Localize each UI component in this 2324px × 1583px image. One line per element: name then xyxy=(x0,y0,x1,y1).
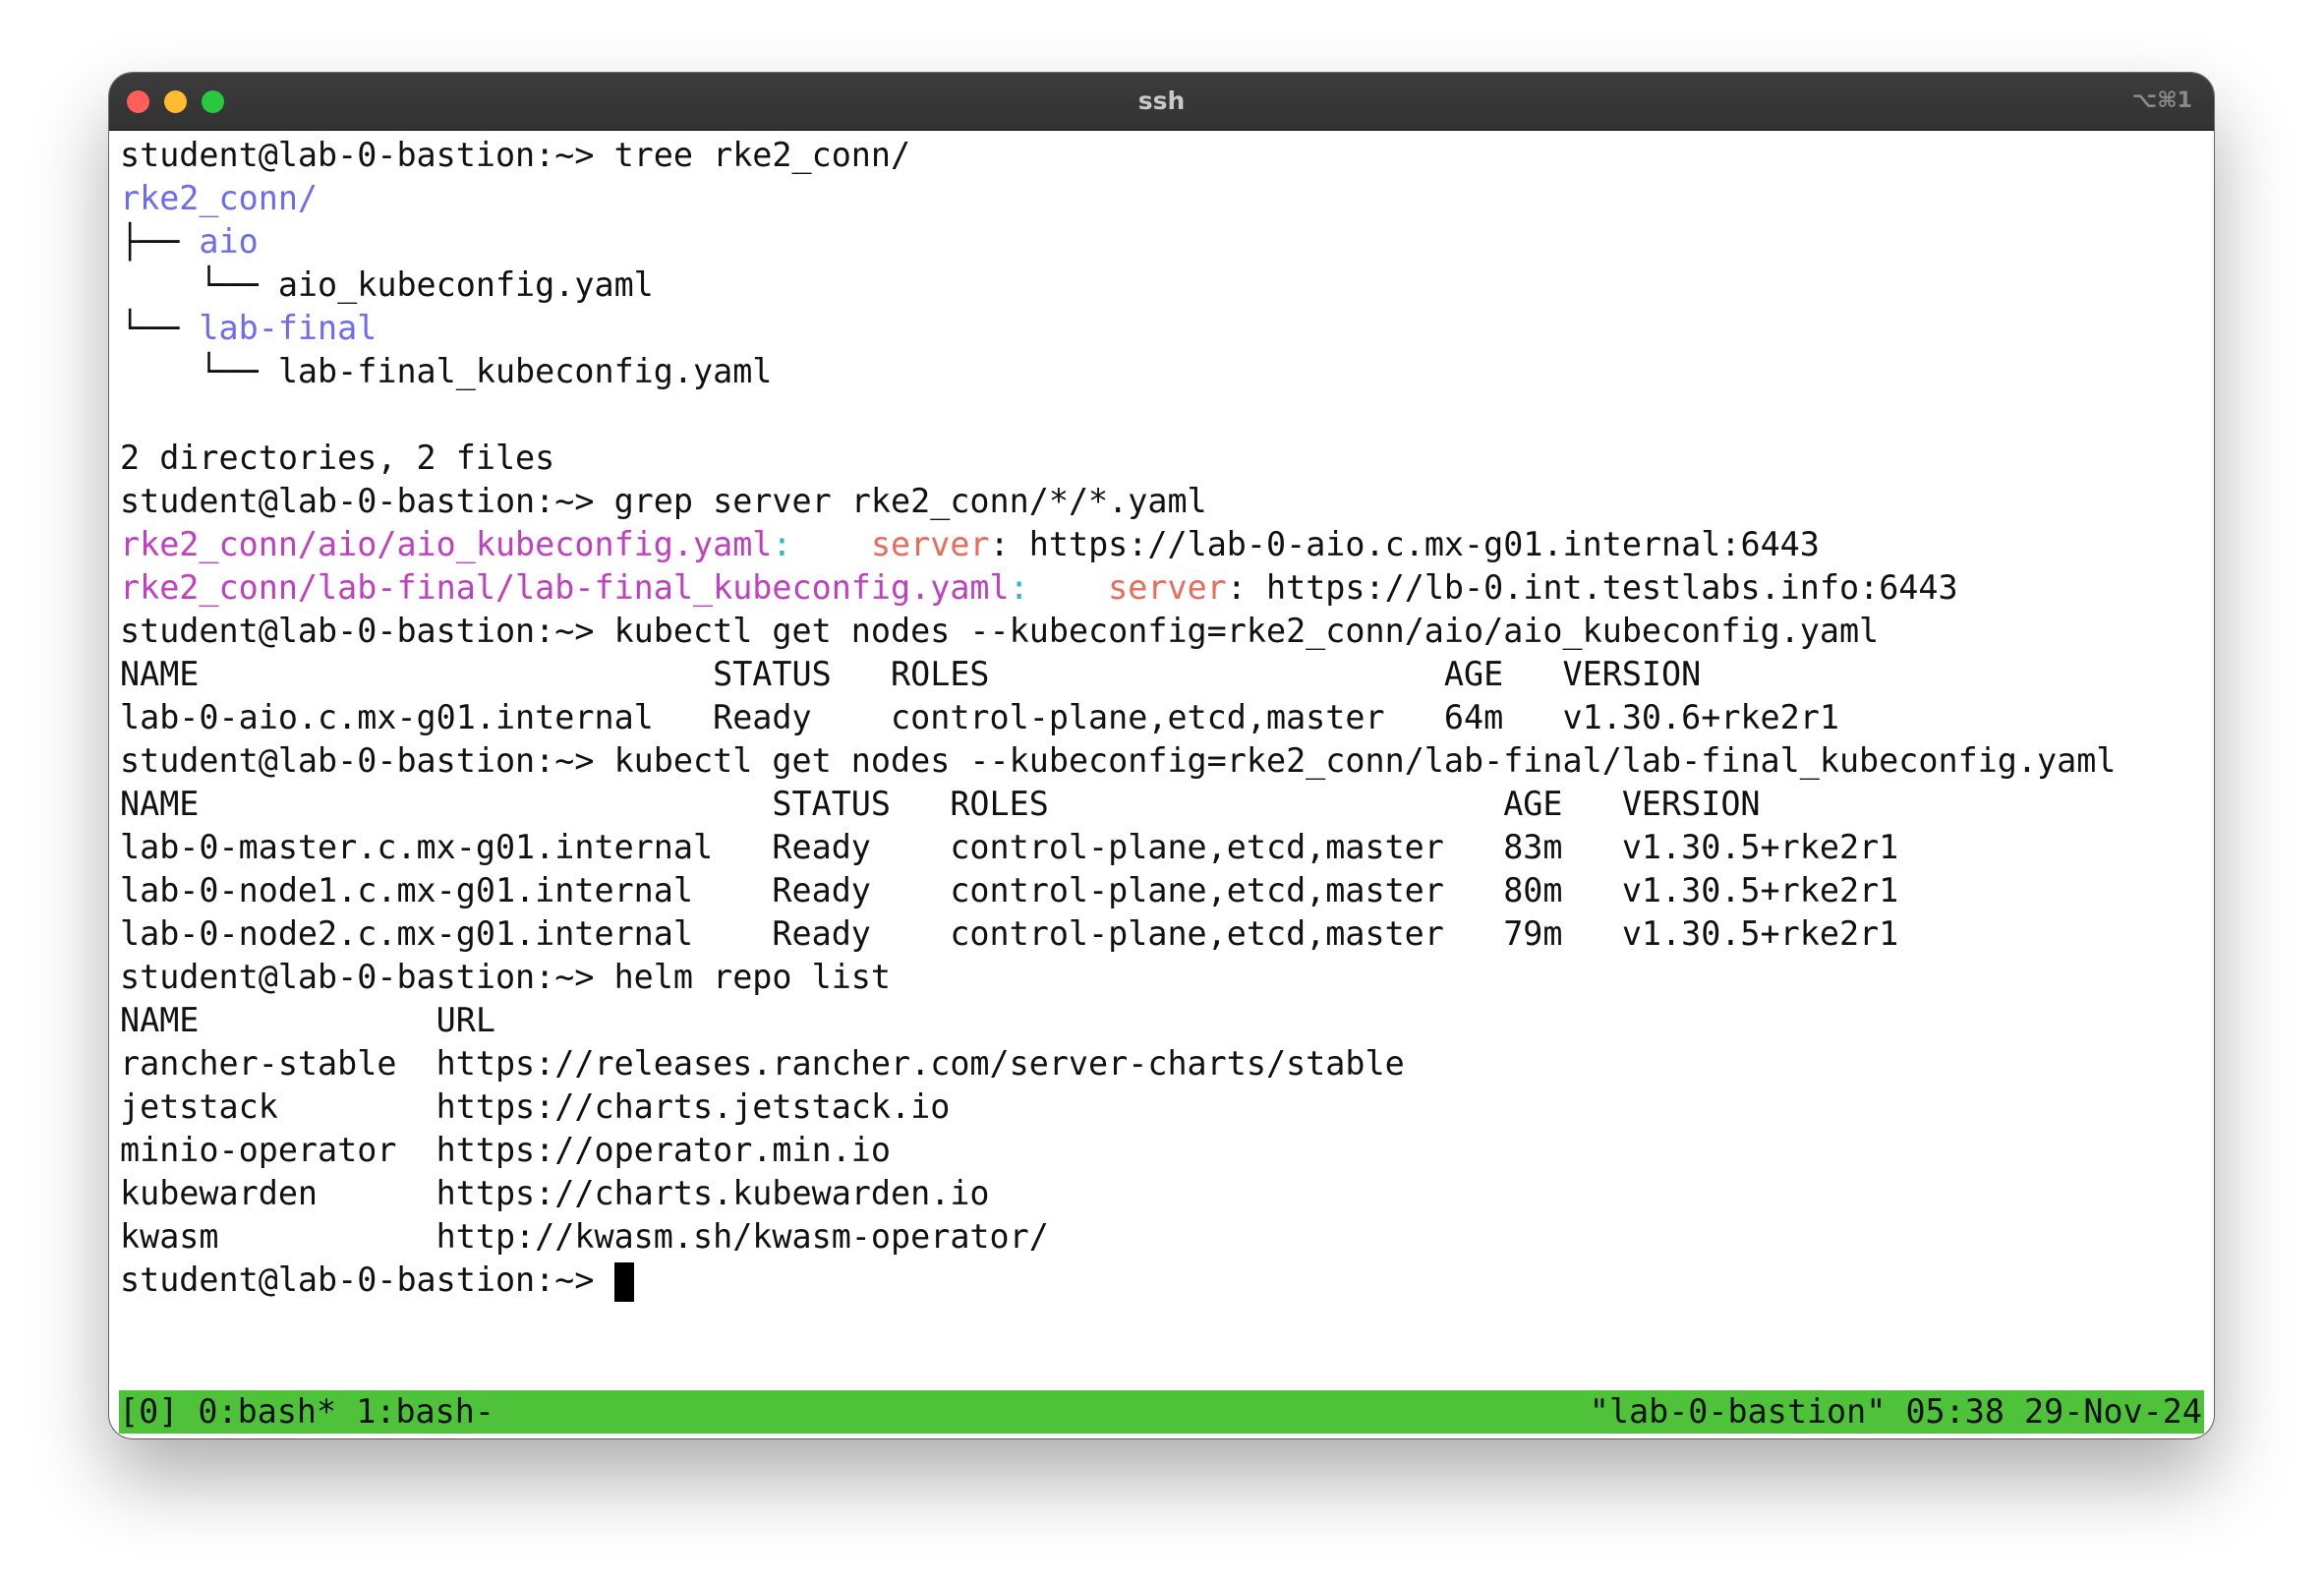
grep-match: server xyxy=(870,525,990,563)
table-header: NAME STATUS ROLES AGE VERSION xyxy=(120,785,1761,823)
table-row: kwasm http://kwasm.sh/kwasm-operator/ xyxy=(120,1217,1049,1256)
table-row: lab-0-master.c.mx-g01.internal Ready con… xyxy=(120,828,1899,866)
tree-dir: aio xyxy=(199,222,259,261)
prompt: student@lab-0-bastion:~> xyxy=(120,136,614,174)
tree-branch: ├── aio xyxy=(120,220,2204,264)
table-row: lab-0-node2.c.mx-g01.internal Ready cont… xyxy=(120,914,1899,953)
prompt: student@lab-0-bastion:~> xyxy=(120,741,614,780)
grep-filename: rke2_conn/aio/aio_kubeconfig.yaml xyxy=(120,525,773,563)
tree-connector: └── xyxy=(120,352,278,390)
text-cursor xyxy=(613,1261,634,1302)
table-header: NAME STATUS ROLES AGE VERSION xyxy=(120,655,1702,693)
grep-gap xyxy=(792,525,871,563)
tree-connector: ├── xyxy=(120,222,200,261)
command-line: student@lab-0-bastion:~> kubectl get nod… xyxy=(120,739,2204,783)
command: grep server rke2_conn/*/*.yaml xyxy=(613,482,1207,520)
table-row: jetstack https://charts.jetstack.io xyxy=(120,1087,951,1126)
table-header: NAME URL xyxy=(120,1001,495,1039)
prompt: student@lab-0-bastion:~> xyxy=(120,612,614,650)
command: tree rke2_conn/ xyxy=(613,136,911,174)
prompt: student@lab-0-bastion:~> xyxy=(120,482,614,520)
tmux-status-bar: [0] 0:bash* 1:bash- "lab-0-bastion" 05:3… xyxy=(119,1390,2204,1434)
tree-file: lab-final_kubeconfig.yaml xyxy=(277,352,773,390)
tmux-status-info: "lab-0-bastion" 05:38 29-Nov-24 xyxy=(1589,1392,2202,1431)
command: kubectl get nodes --kubeconfig=rke2_conn… xyxy=(613,612,1880,650)
prompt: student@lab-0-bastion:~> xyxy=(120,1261,614,1299)
tree-connector: └── xyxy=(120,309,200,347)
grep-result: rke2_conn/lab-final/lab-final_kubeconfig… xyxy=(120,566,2204,610)
grep-url: : https://lab-0-aio.c.mx-g01.internal:64… xyxy=(989,525,1820,563)
grep-gap xyxy=(1029,568,1108,607)
grep-separator: : xyxy=(1009,568,1029,607)
command: helm repo list xyxy=(613,958,892,996)
tree-connector: └── xyxy=(120,265,278,304)
command-line: student@lab-0-bastion:~> grep server rke… xyxy=(120,480,2204,523)
tree-branch: └── lab-final xyxy=(120,307,2204,350)
title-bar[interactable]: ssh ⌥⌘1 xyxy=(109,73,2214,131)
tmux-window-list[interactable]: [0] 0:bash* 1:bash- xyxy=(119,1390,494,1434)
window-title: ssh xyxy=(1137,87,1186,115)
tree-dir: lab-final xyxy=(199,309,378,347)
command-line: student@lab-0-bastion:~> helm repo list xyxy=(120,956,2204,999)
prompt: student@lab-0-bastion:~> xyxy=(120,958,614,996)
table-row: lab-0-aio.c.mx-g01.internal Ready contro… xyxy=(120,698,1839,736)
table-row: rancher-stable https://releases.rancher.… xyxy=(120,1044,1405,1083)
tree-root: rke2_conn/ xyxy=(120,179,319,217)
grep-match: server xyxy=(1108,568,1227,607)
grep-url: : https://lb-0.int.testlabs.info:6443 xyxy=(1226,568,1958,607)
window-shortcut: ⌥⌘1 xyxy=(2131,88,2192,113)
tree-leaf: └── aio_kubeconfig.yaml xyxy=(120,264,2204,307)
command: kubectl get nodes --kubeconfig=rke2_conn… xyxy=(613,741,2117,780)
command-line: student@lab-0-bastion:~> kubectl get nod… xyxy=(120,610,2204,653)
terminal-window: ssh ⌥⌘1 student@lab-0-bastion:~> tree rk… xyxy=(109,73,2214,1438)
tree-summary: 2 directories, 2 files xyxy=(120,439,555,477)
command-line[interactable]: student@lab-0-bastion:~> xyxy=(120,1259,2204,1302)
grep-result: rke2_conn/aio/aio_kubeconfig.yaml: serve… xyxy=(120,523,2204,566)
terminal-output[interactable]: student@lab-0-bastion:~> tree rke2_conn/… xyxy=(120,134,2204,1412)
table-row: minio-operator https://operator.min.io xyxy=(120,1131,892,1169)
grep-separator: : xyxy=(772,525,792,563)
tree-file: aio_kubeconfig.yaml xyxy=(277,265,654,304)
command-line: student@lab-0-bastion:~> tree rke2_conn/ xyxy=(120,134,2204,177)
tree-leaf: └── lab-final_kubeconfig.yaml xyxy=(120,350,2204,393)
grep-filename: rke2_conn/lab-final/lab-final_kubeconfig… xyxy=(120,568,1010,607)
table-row: kubewarden https://charts.kubewarden.io xyxy=(120,1174,990,1212)
table-row: lab-0-node1.c.mx-g01.internal Ready cont… xyxy=(120,871,1899,909)
